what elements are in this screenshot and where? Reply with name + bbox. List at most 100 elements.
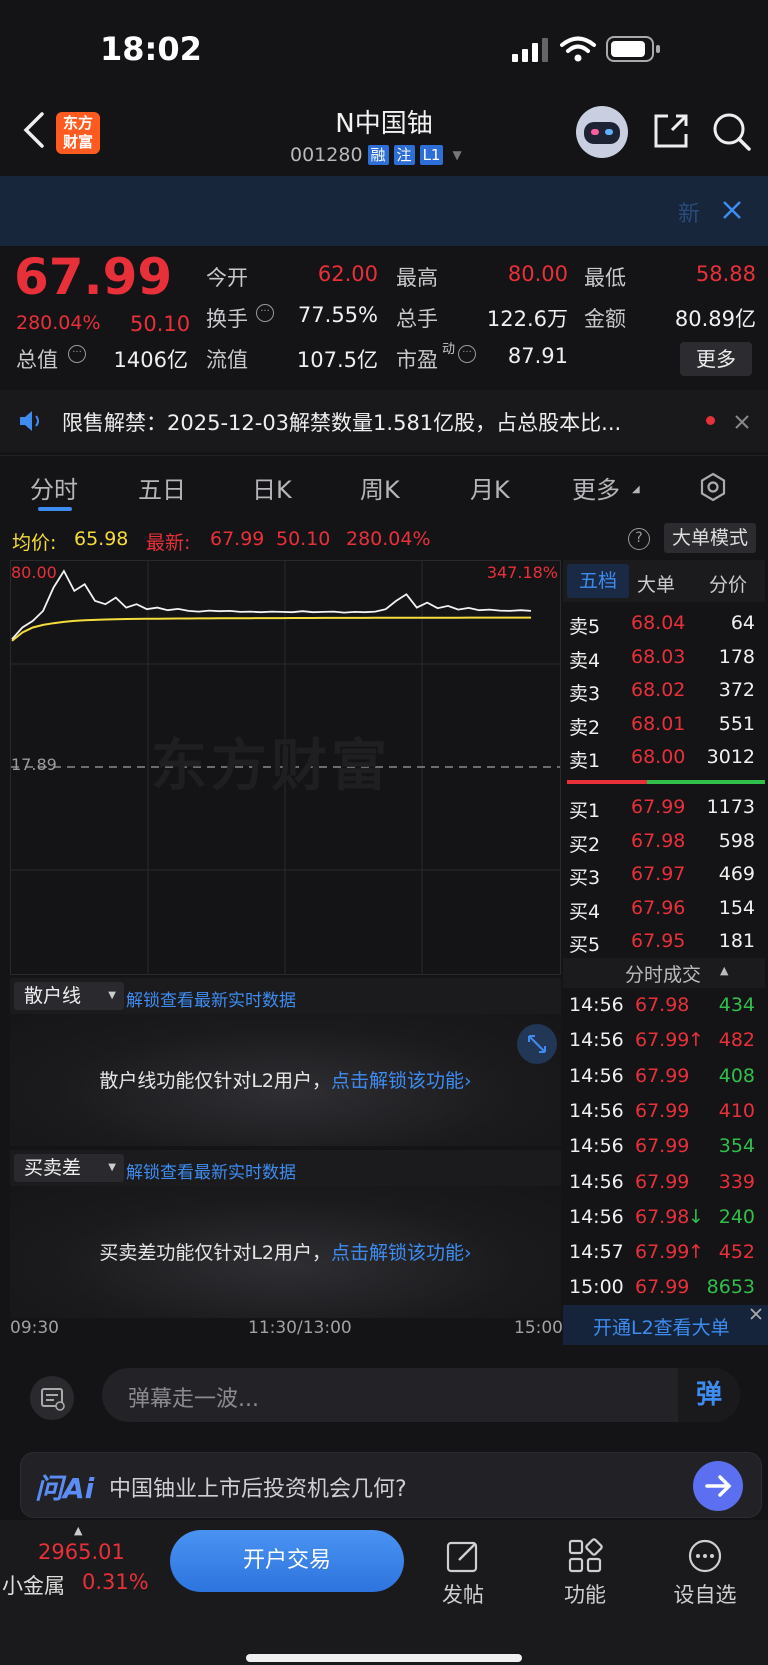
ask-row[interactable]: 卖5 68.04 64	[563, 608, 763, 640]
ask-price: 68.02	[631, 679, 686, 701]
trade-row[interactable]: 14:56 67.98 434	[563, 990, 763, 1022]
trade-row[interactable]: 14:56 67.99 ↑ 482	[563, 1025, 763, 1057]
bid-volume: 181	[718, 930, 755, 952]
open-account-trade-button[interactable]: 开户交易	[170, 1530, 404, 1592]
tab-more[interactable]: 更多	[572, 470, 620, 505]
more-dots-icon	[688, 1539, 722, 1573]
tag-margin: 融	[367, 145, 389, 165]
tab-big-orders[interactable]: 大单	[637, 570, 675, 597]
trade-time: 15:00	[569, 1276, 624, 1299]
latest-value: 67.99	[210, 528, 265, 550]
info-icon[interactable]: ···	[256, 304, 274, 322]
tab-five-levels[interactable]: 五档	[567, 564, 629, 598]
bid-row[interactable]: 买4 67.96 154	[563, 893, 763, 925]
danmu-send-button[interactable]: 弹	[678, 1368, 740, 1422]
trade-arrow-icon: ↑	[688, 1241, 704, 1264]
ask-row[interactable]: 卖2 68.01 551	[563, 709, 763, 741]
share-icon[interactable]	[652, 112, 690, 150]
add-watchlist-button[interactable]: 设自选	[660, 1538, 750, 1609]
latest-change: 50.10	[276, 528, 331, 550]
grid-icon	[568, 1538, 603, 1573]
trade-row[interactable]: 14:56 67.99 354	[563, 1131, 763, 1163]
ask-row[interactable]: 卖4 68.03 178	[563, 642, 763, 674]
robot-assistant-icon[interactable]	[576, 106, 628, 158]
tab-month-k[interactable]: 月K	[470, 470, 510, 505]
notice-bar[interactable]: 限售解禁：2025-12-03解禁数量1.581亿股，占总股本比...	[0, 390, 768, 452]
time-close: 15:00	[514, 1318, 563, 1338]
bid-price: 67.99	[631, 796, 686, 818]
unlock-feature-link[interactable]: 点击解锁该功能	[331, 1242, 464, 1264]
trade-arrow-icon: ↓	[688, 1205, 704, 1228]
ask-row[interactable]: 卖1 68.00 3012	[563, 742, 763, 774]
bid-row[interactable]: 买5 67.95 181	[563, 926, 763, 958]
trade-volume: 482	[718, 1029, 755, 1052]
wifi-icon	[560, 36, 596, 62]
expand-icon[interactable]	[517, 1024, 557, 1064]
more-button[interactable]: 更多	[680, 342, 752, 376]
index-name[interactable]: 小金属	[2, 1570, 65, 1600]
search-icon[interactable]	[712, 112, 752, 152]
trade-volume: 8653	[706, 1276, 755, 1299]
close-icon[interactable]	[722, 200, 742, 220]
index-value[interactable]: 2965.01	[38, 1540, 125, 1564]
functions-button[interactable]: 功能	[540, 1538, 630, 1609]
ask-label: 卖2	[569, 716, 601, 739]
tab-five-day[interactable]: 五日	[138, 470, 186, 505]
danmu-input[interactable]: 弹幕走一波... 弹	[102, 1368, 740, 1422]
float-cap-label: 流值	[206, 348, 248, 372]
close-icon[interactable]	[734, 414, 750, 430]
trade-price: 67.99	[635, 1276, 690, 1299]
tab-intraday[interactable]: 分时	[30, 470, 78, 505]
top-banner[interactable]: 新	[0, 176, 768, 246]
trade-volume: 339	[718, 1170, 755, 1193]
info-icon[interactable]: ···	[68, 345, 86, 363]
trade-time: 14:56	[569, 1170, 624, 1193]
bid-label: 买1	[569, 800, 601, 822]
change-amount: 50.10	[130, 312, 191, 336]
bid-row[interactable]: 买3 67.97 469	[563, 859, 763, 891]
trade-row[interactable]: 14:56 67.99 339	[563, 1167, 763, 1199]
tag-registered: 注	[393, 145, 415, 165]
trade-row[interactable]: 14:56 67.99 410	[563, 1096, 763, 1128]
turnover-value: 77.55%	[297, 303, 378, 327]
trade-row[interactable]: 15:00 67.99 8653	[563, 1272, 763, 1304]
big-order-mode-button[interactable]: 大单模式	[664, 523, 757, 553]
arrow-right-icon	[705, 1475, 732, 1497]
unlock-realtime-link[interactable]: 解锁查看最新实时数据	[126, 1158, 296, 1183]
trades-header: 分时成交 ▲	[563, 958, 765, 988]
avg-label: 均价:	[12, 532, 57, 554]
tab-week-k[interactable]: 周K	[360, 470, 400, 505]
trade-row[interactable]: 14:56 67.99 408	[563, 1061, 763, 1093]
ai-submit-button[interactable]	[693, 1461, 743, 1511]
time-open: 09:30	[10, 1318, 59, 1338]
danmu-settings-icon[interactable]	[30, 1376, 74, 1420]
close-icon[interactable]	[749, 1307, 763, 1321]
status-bar: 18:02	[0, 0, 768, 100]
tab-day-k[interactable]: 日K	[252, 470, 292, 505]
chevron-right-icon: ›	[464, 1242, 472, 1264]
help-icon[interactable]: ?	[628, 528, 650, 550]
post-button[interactable]: 发帖	[418, 1538, 508, 1609]
buy-sell-diff-select[interactable]: 买卖差 ▼	[14, 1154, 124, 1182]
unlock-feature-link[interactable]: 点击解锁该功能	[331, 1070, 464, 1092]
trade-row[interactable]: 14:57 67.99 ↑ 452	[563, 1237, 763, 1269]
unlock-realtime-link[interactable]: 解锁查看最新实时数据	[126, 986, 296, 1011]
l2-cta-banner[interactable]: 开通L2查看大单	[563, 1305, 768, 1345]
trade-row[interactable]: 14:56 67.98 ↓ 240	[563, 1202, 763, 1234]
gear-icon[interactable]	[698, 472, 728, 502]
bid-row[interactable]: 买1 67.99 1173	[563, 792, 763, 824]
l2-cta-text: 开通L2查看大单	[593, 1317, 730, 1339]
trade-time: 14:57	[569, 1241, 624, 1264]
stock-code-row[interactable]: 001280 融 注 L1 ▼	[290, 144, 462, 166]
intraday-chart[interactable]: 东方财富 80.00 347.18% 17.89	[10, 560, 561, 975]
bid-row[interactable]: 买2 67.98 598	[563, 826, 763, 858]
tab-price-dist[interactable]: 分价	[709, 570, 747, 597]
order-book: 五档 大单 分价 分时成交 ▲ 开通L2查看大单 卖5 68.04 64 卖4 68.0…	[563, 560, 768, 1345]
bid-price: 67.98	[631, 829, 686, 852]
index-pct[interactable]: 0.31%	[82, 1570, 149, 1594]
trade-price: 67.99	[635, 1241, 690, 1264]
retail-line-panel: 散户线 ▼ 解锁查看最新实时数据 散户线功能仅针对L2用户，点击解锁该功能›	[10, 978, 561, 1146]
ai-question-bar[interactable]: 问Ai 中国铀业上市后投资机会几何?	[20, 1452, 762, 1518]
retail-line-select[interactable]: 散户线 ▼	[14, 982, 124, 1010]
ask-row[interactable]: 卖3 68.02 372	[563, 675, 763, 707]
